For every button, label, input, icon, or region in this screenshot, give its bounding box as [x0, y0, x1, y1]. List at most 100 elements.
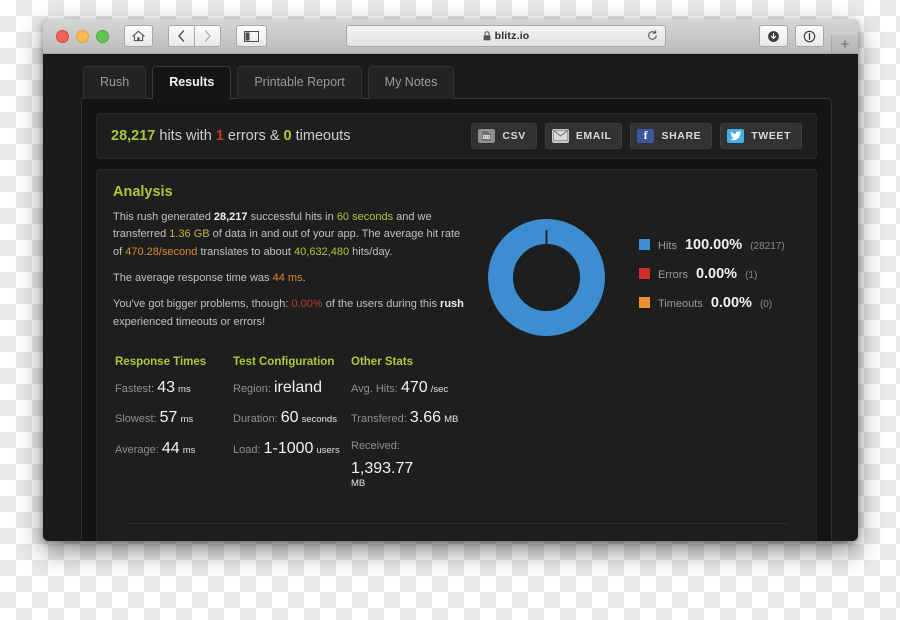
p1-a: This rush generated — [113, 210, 214, 223]
facebook-share-button[interactable]: f SHARE — [630, 122, 713, 149]
maximize-window-button[interactable] — [96, 29, 109, 43]
p1-b: successful hits in — [247, 210, 337, 223]
csv-export-button[interactable]: CSV — [471, 122, 537, 149]
home-button-group — [124, 25, 153, 47]
p1-e: translates to about — [197, 246, 295, 259]
p3-rush-link[interactable]: rush — [440, 298, 464, 310]
email-label: EMAIL — [575, 129, 612, 142]
downloads-button[interactable] — [759, 25, 788, 47]
donut-slice-gap — [545, 229, 548, 256]
legend-swatch-timeouts — [639, 296, 650, 308]
stat-avg-hits-label: Avg. Hits: — [351, 382, 398, 395]
other-stats-column: Other Stats Avg. Hits: 470 /sec Transfer… — [351, 356, 511, 503]
chart-legend: Hits 100.00% (28217) Errors 0.00% (1) Ti… — [639, 237, 785, 311]
errors-count: 1 — [215, 127, 224, 144]
minimize-window-button[interactable] — [76, 29, 89, 43]
stat-transferred-unit: MB — [444, 414, 459, 426]
timeouts-label: timeouts — [295, 127, 351, 144]
stat-slowest: Slowest: 57 ms — [115, 409, 233, 427]
stat-fastest-value: 43 — [157, 378, 175, 396]
analysis-text: This rush generated 28,217 successful hi… — [113, 209, 468, 340]
response-times-heading: Response Times — [115, 355, 207, 368]
legend-count-hits: (28217) — [750, 240, 785, 252]
stat-received: Received: 1,393.77 MB — [351, 440, 511, 490]
url-text: blitz.io — [494, 30, 530, 42]
download-icon — [768, 30, 779, 42]
stat-fastest-label: Fastest: — [115, 382, 155, 395]
sidebar-button-group — [236, 25, 267, 47]
envelope-icon — [551, 128, 569, 143]
new-tab-button[interactable]: + — [831, 35, 858, 53]
stats-columns: Response Times Fastest: 43 ms Slowest: 5… — [113, 356, 800, 503]
home-button[interactable] — [124, 25, 153, 47]
stat-slowest-unit: ms — [180, 414, 194, 426]
tweet-label: TWEET — [751, 129, 791, 142]
page-content: Rush Results Printable Report My Notes 2… — [43, 54, 858, 541]
analysis-paragraph-1: This rush generated 28,217 successful hi… — [113, 209, 468, 262]
stat-region: Region: ireland — [233, 379, 351, 397]
stat-load-value: 1-1000 — [263, 439, 314, 457]
test-configuration-column: Test Configuration Region: ireland Durat… — [233, 356, 351, 503]
p1-data-transferred: 1.36 GB — [169, 228, 210, 241]
legend-item-timeouts: Timeouts 0.00% (0) — [639, 295, 785, 311]
analysis-top-row: This rush generated 28,217 successful hi… — [113, 209, 800, 340]
p1-duration: 60 seconds — [336, 210, 394, 223]
stat-average-label: Average: — [115, 443, 159, 456]
stat-slowest-label: Slowest: — [115, 413, 157, 426]
csv-file-icon — [478, 128, 496, 143]
stat-received-value: 1,393.77 — [351, 459, 414, 477]
back-button[interactable] — [168, 25, 195, 47]
stat-transferred-label: Transfered: — [351, 413, 407, 426]
summary-headline: 28,217 hits with 1 errors & 0 timeouts — [111, 128, 350, 144]
p1-hits: 28,217 — [213, 210, 248, 223]
test-configuration-heading: Test Configuration — [233, 355, 335, 368]
legend-item-errors: Errors 0.00% (1) — [639, 266, 785, 282]
csv-export-label: CSV — [502, 129, 526, 142]
donut-chart-svg — [488, 218, 605, 336]
email-button[interactable]: EMAIL — [544, 122, 623, 149]
tab-results[interactable]: Results — [152, 66, 232, 99]
stat-average: Average: 44 ms — [115, 440, 233, 458]
stat-avg-hits: Avg. Hits: 470 /sec — [351, 379, 511, 397]
facebook-icon: f — [637, 128, 655, 143]
info-button[interactable] — [795, 25, 824, 47]
window-controls — [56, 29, 109, 43]
stat-received-unit: MB — [351, 478, 366, 490]
stat-duration-label: Duration: — [233, 413, 278, 426]
hits-label: hits with — [159, 127, 212, 144]
action-buttons: CSV EMAIL f SHARE TWEET — [471, 122, 802, 149]
navigation-buttons — [168, 25, 221, 47]
p3-failure-pct: 0.00% — [291, 297, 323, 310]
p3-a: You've got bigger problems, though: — [113, 297, 292, 310]
stat-load: Load: 1-1000 users — [233, 440, 351, 458]
lock-icon — [483, 31, 491, 41]
tab-rush[interactable]: Rush — [83, 66, 147, 99]
address-bar[interactable]: blitz.io — [346, 25, 666, 47]
p1-hit-rate: 470.28/second — [125, 246, 198, 259]
tab-my-notes[interactable]: My Notes — [367, 66, 455, 99]
toolbar-right-buttons — [759, 25, 824, 47]
sidebar-toggle-button[interactable] — [236, 25, 267, 47]
stat-region-label: Region: — [233, 382, 271, 395]
close-window-button[interactable] — [56, 29, 69, 43]
stat-average-unit: ms — [182, 444, 196, 456]
analysis-panel: Analysis This rush generated 28,217 succ… — [96, 168, 817, 541]
other-stats-heading: Other Stats — [351, 355, 413, 368]
stat-avg-hits-value: 470 — [400, 378, 428, 396]
p3-c: experienced timeouts or errors! — [113, 315, 266, 328]
stat-fastest: Fastest: 43 ms — [115, 379, 233, 397]
share-label: SHARE — [661, 129, 702, 142]
p1-f: hits/day. — [349, 246, 393, 259]
browser-window: blitz.io + Rush Results Printable Report… — [43, 19, 858, 541]
twitter-tweet-button[interactable]: TWEET — [720, 122, 802, 149]
stat-avg-hits-unit: /sec — [430, 383, 449, 395]
legend-pct-timeouts: 0.00% — [710, 294, 752, 311]
forward-button[interactable] — [194, 25, 221, 47]
response-times-column: Response Times Fastest: 43 ms Slowest: 5… — [115, 356, 233, 503]
stat-duration-unit: seconds — [301, 414, 337, 426]
stat-duration: Duration: 60 seconds — [233, 409, 351, 427]
tab-printable-report[interactable]: Printable Report — [237, 66, 362, 99]
reload-button[interactable] — [646, 29, 659, 47]
p2-avg-response: 44 ms — [272, 271, 303, 284]
legend-count-errors: (1) — [745, 269, 758, 281]
